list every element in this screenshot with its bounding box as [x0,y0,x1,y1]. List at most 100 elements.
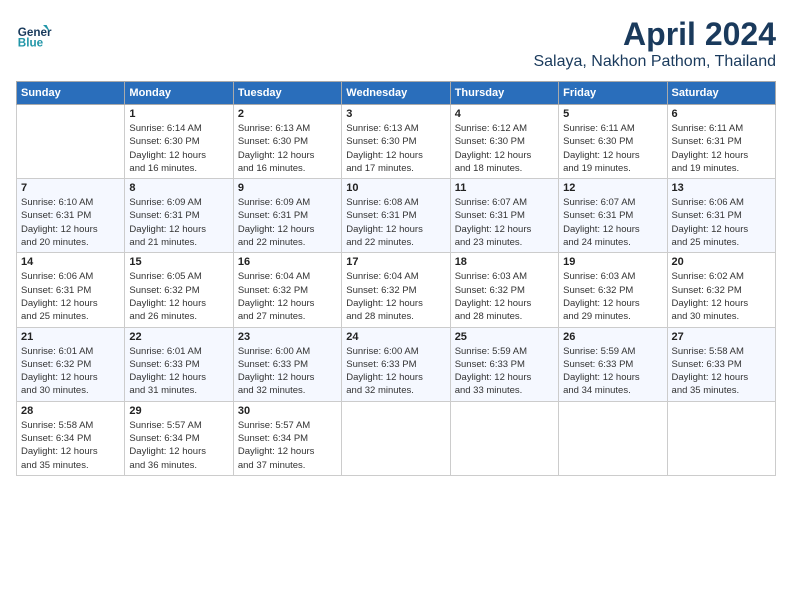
calendar-cell: 23 Sunrise: 6:00 AMSunset: 6:33 PMDayligh… [233,327,341,401]
day-number: 7 [21,182,120,194]
calendar-cell: 26Sunrise: 5:59 AMSunset: 6:33 PMDayligh… [559,327,667,401]
day-number: 19 [563,256,662,268]
svg-text:Blue: Blue [18,37,44,50]
day-info: Sunrise: 6:04 AMSunset: 6:32 PMDaylight:… [238,270,337,323]
day-number: 6 [672,108,771,120]
day-info: Sunrise: 6:13 AMSunset: 6:30 PMDaylight:… [238,122,337,175]
day-number: 2 [238,108,337,120]
month-title: April 2024 [533,16,776,53]
day-info: Sunrise: 5:58 AMSunset: 6:33 PMDaylight:… [672,345,771,398]
day-number: 25 [455,331,554,343]
day-info: Sunrise: 6:11 AMSunset: 6:30 PMDaylight:… [563,122,662,175]
day-info: Sunrise: 6:13 AMSunset: 6:30 PMDaylight:… [346,122,445,175]
calendar-cell: 2 Sunrise: 6:13 AMSunset: 6:30 PMDaylight… [233,105,341,179]
weekday-header-thursday: Thursday [450,82,558,105]
calendar-cell: 15 Sunrise: 6:05 AMSunset: 6:32 PMDayligh… [125,253,233,327]
day-number: 24 [346,331,445,343]
calendar-cell [450,401,558,475]
calendar-cell: 7 Sunrise: 6:10 AMSunset: 6:31 PMDaylight… [17,179,125,253]
day-info: Sunrise: 6:10 AMSunset: 6:31 PMDaylight:… [21,196,120,249]
calendar-cell: 28 Sunrise: 5:58 AMSunset: 6:34 PMDayligh… [17,401,125,475]
day-info: Sunrise: 6:01 AMSunset: 6:32 PMDaylight:… [21,345,120,398]
calendar-cell: 9Sunrise: 6:09 AMSunset: 6:31 PMDaylight… [233,179,341,253]
day-info: Sunrise: 6:08 AMSunset: 6:31 PMDaylight:… [346,196,445,249]
calendar-cell: 1 Sunrise: 6:14 AMSunset: 6:30 PMDaylight… [125,105,233,179]
calendar-cell: 21 Sunrise: 6:01 AMSunset: 6:32 PMDayligh… [17,327,125,401]
calendar-cell: 12Sunrise: 6:07 AMSunset: 6:31 PMDayligh… [559,179,667,253]
day-info: Sunrise: 6:07 AMSunset: 6:31 PMDaylight:… [455,196,554,249]
calendar-cell: 10 Sunrise: 6:08 AMSunset: 6:31 PMDayligh… [342,179,450,253]
weekday-header-saturday: Saturday [667,82,775,105]
calendar-cell: 29 Sunrise: 5:57 AMSunset: 6:34 PMDayligh… [125,401,233,475]
calendar-cell: 3 Sunrise: 6:13 AMSunset: 6:30 PMDaylight… [342,105,450,179]
title-block: April 2024 Salaya, Nakhon Pathom, Thaila… [533,16,776,71]
calendar-cell: 5Sunrise: 6:11 AMSunset: 6:30 PMDaylight… [559,105,667,179]
day-number: 27 [672,331,771,343]
calendar-cell: 14 Sunrise: 6:06 AMSunset: 6:31 PMDayligh… [17,253,125,327]
calendar-cell: 24Sunrise: 6:00 AMSunset: 6:33 PMDayligh… [342,327,450,401]
calendar-table: SundayMondayTuesdayWednesdayThursdayFrid… [16,81,776,476]
calendar-cell: 8Sunrise: 6:09 AMSunset: 6:31 PMDaylight… [125,179,233,253]
day-number: 4 [455,108,554,120]
day-info: Sunrise: 5:57 AMSunset: 6:34 PMDaylight:… [129,419,228,472]
weekday-header-wednesday: Wednesday [342,82,450,105]
weekday-header-sunday: Sunday [17,82,125,105]
calendar-cell: 25 Sunrise: 5:59 AMSunset: 6:33 PMDayligh… [450,327,558,401]
day-info: Sunrise: 6:06 AMSunset: 6:31 PMDaylight:… [672,196,771,249]
day-number: 3 [346,108,445,120]
day-number: 15 [129,256,228,268]
day-info: Sunrise: 6:03 AMSunset: 6:32 PMDaylight:… [563,270,662,323]
location-title: Salaya, Nakhon Pathom, Thailand [533,53,776,71]
day-info: Sunrise: 6:07 AMSunset: 6:31 PMDaylight:… [563,196,662,249]
day-info: Sunrise: 6:05 AMSunset: 6:32 PMDaylight:… [129,270,228,323]
day-number: 14 [21,256,120,268]
day-number: 22 [129,331,228,343]
calendar-week-5: 28 Sunrise: 5:58 AMSunset: 6:34 PMDayligh… [17,401,776,475]
day-number: 11 [455,182,554,194]
calendar-cell: 6 Sunrise: 6:11 AMSunset: 6:31 PMDaylight… [667,105,775,179]
day-info: Sunrise: 5:59 AMSunset: 6:33 PMDaylight:… [455,345,554,398]
calendar-week-2: 7 Sunrise: 6:10 AMSunset: 6:31 PMDaylight… [17,179,776,253]
day-number: 18 [455,256,554,268]
logo-icon: General Blue [16,16,52,52]
day-number: 21 [21,331,120,343]
day-info: Sunrise: 6:06 AMSunset: 6:31 PMDaylight:… [21,270,120,323]
day-number: 13 [672,182,771,194]
weekday-header-monday: Monday [125,82,233,105]
day-info: Sunrise: 6:11 AMSunset: 6:31 PMDaylight:… [672,122,771,175]
calendar-cell: 18Sunrise: 6:03 AMSunset: 6:32 PMDayligh… [450,253,558,327]
day-number: 29 [129,405,228,417]
day-info: Sunrise: 6:12 AMSunset: 6:30 PMDaylight:… [455,122,554,175]
day-info: Sunrise: 5:57 AMSunset: 6:34 PMDaylight:… [238,419,337,472]
logo: General Blue [16,16,56,52]
weekday-header-row: SundayMondayTuesdayWednesdayThursdayFrid… [17,82,776,105]
day-info: Sunrise: 6:02 AMSunset: 6:32 PMDaylight:… [672,270,771,323]
calendar-cell [342,401,450,475]
calendar-week-4: 21 Sunrise: 6:01 AMSunset: 6:32 PMDayligh… [17,327,776,401]
day-number: 10 [346,182,445,194]
day-number: 28 [21,405,120,417]
day-number: 1 [129,108,228,120]
calendar-week-3: 14 Sunrise: 6:06 AMSunset: 6:31 PMDayligh… [17,253,776,327]
day-info: Sunrise: 6:09 AMSunset: 6:31 PMDaylight:… [238,196,337,249]
calendar-cell: 13 Sunrise: 6:06 AMSunset: 6:31 PMDayligh… [667,179,775,253]
weekday-header-friday: Friday [559,82,667,105]
day-number: 23 [238,331,337,343]
day-info: Sunrise: 6:09 AMSunset: 6:31 PMDaylight:… [129,196,228,249]
calendar-cell: 19 Sunrise: 6:03 AMSunset: 6:32 PMDayligh… [559,253,667,327]
day-info: Sunrise: 6:01 AMSunset: 6:33 PMDaylight:… [129,345,228,398]
calendar-cell: 27 Sunrise: 5:58 AMSunset: 6:33 PMDayligh… [667,327,775,401]
day-info: Sunrise: 5:59 AMSunset: 6:33 PMDaylight:… [563,345,662,398]
calendar-cell [559,401,667,475]
day-info: Sunrise: 6:14 AMSunset: 6:30 PMDaylight:… [129,122,228,175]
day-number: 16 [238,256,337,268]
calendar-cell: 4 Sunrise: 6:12 AMSunset: 6:30 PMDaylight… [450,105,558,179]
day-info: Sunrise: 6:00 AMSunset: 6:33 PMDaylight:… [238,345,337,398]
day-number: 30 [238,405,337,417]
day-info: Sunrise: 5:58 AMSunset: 6:34 PMDaylight:… [21,419,120,472]
weekday-header-tuesday: Tuesday [233,82,341,105]
calendar-cell: 17Sunrise: 6:04 AMSunset: 6:32 PMDayligh… [342,253,450,327]
calendar-cell [17,105,125,179]
calendar-cell: 30 Sunrise: 5:57 AMSunset: 6:34 PMDayligh… [233,401,341,475]
day-number: 20 [672,256,771,268]
